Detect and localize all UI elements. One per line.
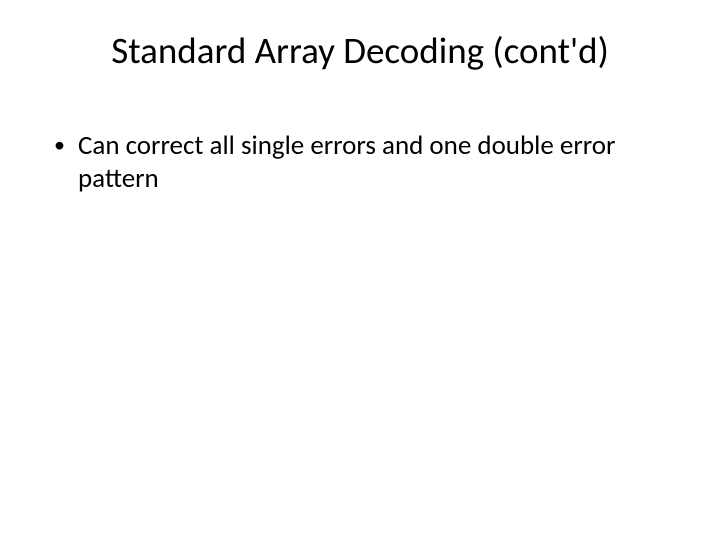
bullet-marker-icon: • <box>54 130 78 159</box>
slide-title: Standard Array Decoding (cont'd) <box>0 28 720 73</box>
bullet-item: • Can correct all single errors and one … <box>54 130 666 196</box>
slide: Standard Array Decoding (cont'd) • Can c… <box>0 0 720 540</box>
slide-body: • Can correct all single errors and one … <box>54 130 666 196</box>
bullet-text: Can correct all single errors and one do… <box>78 130 666 196</box>
